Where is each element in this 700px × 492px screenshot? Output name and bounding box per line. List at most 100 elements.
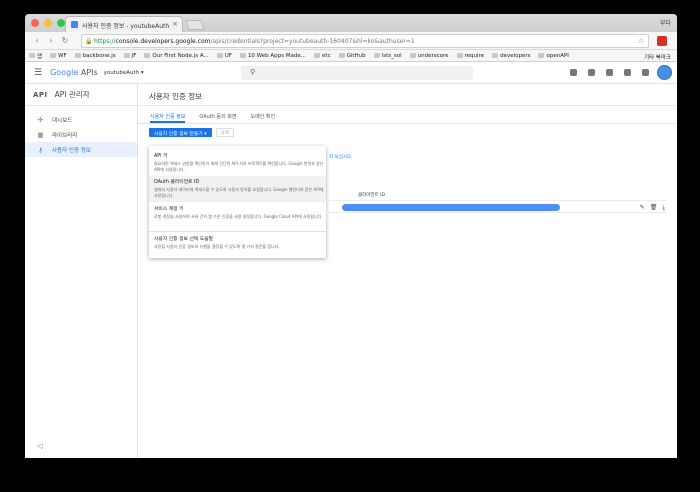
help-link[interactable]: 지 보십시오. bbox=[329, 154, 353, 160]
tab-credentials[interactable]: 사용자 인증 정보 bbox=[150, 113, 186, 123]
bookmark-item[interactable]: UF bbox=[216, 53, 232, 59]
action-row: 사용자 인증 정보 만들기 ▾ 삭제 bbox=[149, 128, 234, 137]
search-icon: ⚲ bbox=[250, 68, 256, 76]
bookmark-folder-icon bbox=[314, 53, 321, 58]
key-icon: ⚷ bbox=[38, 145, 43, 154]
bookmark-item[interactable]: backbone.js bbox=[74, 52, 116, 59]
menu-item-title: API 키 bbox=[154, 154, 168, 159]
menu-item-desc: 앱에서 사용자 데이터에 액세스할 수 있도록 사용자 동의를 요청합니다. G… bbox=[154, 187, 324, 198]
bookmark-label: etc bbox=[322, 52, 331, 59]
notifications-icon[interactable] bbox=[624, 69, 631, 76]
bookmark-label: developers bbox=[500, 52, 531, 59]
menu-item-service-account-key[interactable]: 서비스 계정 키 로봇 계정을 사용하여 서버 간의 앱 수준 인증을 사용 설… bbox=[149, 205, 326, 229]
redacted-client-id bbox=[342, 204, 560, 211]
sidebar-item-label: 대시보드 bbox=[52, 117, 73, 124]
new-tab-button[interactable] bbox=[185, 20, 205, 30]
bookmark-item[interactable]: lsts_sol bbox=[373, 52, 402, 59]
bookmark-item[interactable]: 앱 bbox=[29, 52, 42, 60]
bookmark-item[interactable]: JF bbox=[123, 53, 136, 59]
sidebar-item-credentials[interactable]: ⚷ 사용자 인증 정보 bbox=[25, 142, 137, 157]
gift-icon[interactable] bbox=[570, 69, 577, 76]
sidebar-item-label: 사용자 인증 정보 bbox=[52, 147, 91, 154]
logo-google: Google bbox=[50, 68, 79, 77]
extension-icon[interactable] bbox=[657, 36, 667, 46]
tab-close-icon[interactable]: × bbox=[172, 20, 178, 28]
other-bookmarks[interactable]: 기타 북마크 bbox=[644, 53, 671, 61]
table-row[interactable]: ✎ 🗑 ⤓ bbox=[326, 200, 667, 213]
bookmark-label: lsts_sol bbox=[381, 52, 402, 59]
bookmark-item[interactable]: underscore bbox=[409, 53, 449, 59]
client-id-column-header: 클라이언트 ID bbox=[358, 193, 385, 198]
bookmark-label: Our First Node.js A... bbox=[152, 52, 209, 59]
browser-tab[interactable]: 사용자 인증 정보 - youtubeAuth × bbox=[65, 16, 183, 32]
more-options-icon[interactable] bbox=[642, 69, 649, 76]
bookmark-folder-icon bbox=[456, 53, 463, 58]
bookmark-folder-icon bbox=[144, 53, 151, 58]
bookmark-item[interactable]: etc bbox=[314, 53, 331, 59]
bookmark-item[interactable]: 10 Web Apps Made... bbox=[239, 53, 306, 59]
menu-item-oauth-client-id[interactable]: OAuth 클라이언트 ID 앱에서 사용자 데이터에 액세스할 수 있도록 사… bbox=[149, 176, 326, 202]
menu-item-api-key[interactable]: API 키 필요하면 액세스 권한을 확인하기 위해 간단한 API 키로 프로… bbox=[149, 152, 326, 178]
back-icon[interactable]: ‹ bbox=[33, 36, 41, 45]
forward-icon[interactable]: › bbox=[47, 36, 55, 45]
url-path: /apis/credentials?project=youtubeauth-16… bbox=[210, 38, 415, 45]
browser-window: 사용자 인증 정보 - youtubeAuth × 부다 ‹ › ↻ 🔒 htt… bbox=[25, 14, 677, 458]
tab-oauth-consent[interactable]: OAuth 동의 화면 bbox=[199, 113, 236, 123]
tab-title: 사용자 인증 정보 - youtubeAuth bbox=[82, 23, 170, 30]
bookmark-folder-icon bbox=[29, 53, 35, 58]
bookmark-folder-icon bbox=[538, 53, 545, 58]
url-input[interactable]: 🔒 https://console.developers.google.com/… bbox=[81, 34, 649, 48]
api-badge-icon: API bbox=[33, 90, 48, 99]
bookmark-item[interactable]: Our First Node.js A... bbox=[144, 52, 209, 59]
bookmark-item[interactable]: GitHub bbox=[338, 52, 366, 59]
bookmark-item[interactable]: require bbox=[456, 53, 484, 59]
google-apis-logo[interactable]: Google APIs bbox=[50, 68, 98, 77]
avatar[interactable] bbox=[657, 65, 672, 80]
url-host: console.developers.google.com bbox=[115, 38, 211, 45]
menu-icon[interactable]: ☰ bbox=[34, 68, 42, 78]
bookmark-label: GitHub bbox=[346, 52, 366, 59]
bookmark-star-icon[interactable]: ☆ bbox=[638, 37, 644, 45]
page-title: 사용자 인증 정보 bbox=[138, 84, 677, 106]
maximize-window-button[interactable] bbox=[57, 19, 65, 27]
delete-button[interactable]: 삭제 bbox=[215, 128, 234, 137]
create-credentials-button[interactable]: 사용자 인증 정보 만들기 ▾ bbox=[149, 128, 212, 137]
bookmark-label: backbone.js bbox=[82, 52, 116, 59]
sidebar-item-dashboard[interactable]: ✣ 대시보드 bbox=[25, 112, 137, 127]
reload-icon[interactable]: ↻ bbox=[61, 36, 69, 45]
help-icon[interactable] bbox=[606, 69, 613, 76]
lock-icon: 🔒 bbox=[85, 38, 93, 45]
sidebar-item-label: 라이브러리 bbox=[52, 132, 78, 139]
bookmark-label: openAPI bbox=[546, 52, 569, 59]
delete-icon[interactable]: 🗑 bbox=[650, 204, 658, 212]
search-input[interactable]: ⚲ bbox=[241, 66, 473, 80]
row-actions: ✎ 🗑 ⤓ bbox=[640, 204, 665, 212]
bookmark-item[interactable]: WF bbox=[50, 53, 67, 59]
profile-name[interactable]: 부다 bbox=[660, 18, 671, 27]
bookmark-folder-icon bbox=[123, 53, 130, 58]
bookmark-label: 앱 bbox=[37, 53, 43, 60]
sidebar-item-library[interactable]: ▦ 라이브러리 bbox=[25, 127, 137, 142]
cloud-shell-icon[interactable] bbox=[588, 69, 595, 76]
download-icon[interactable]: ⤓ bbox=[662, 204, 665, 212]
project-selector[interactable]: youtubeAuth ▾ bbox=[104, 70, 144, 76]
bookmark-label: WF bbox=[58, 52, 67, 59]
url-scheme: https:// bbox=[94, 38, 116, 45]
menu-item-help-me-choose[interactable]: 사용자 인증 정보 선택 도움말 사용할 사용자 인증 정보의 유형을 결정할 … bbox=[149, 235, 326, 255]
menu-item-title: 사용자 인증 정보 선택 도움말 bbox=[154, 237, 214, 242]
edit-icon[interactable]: ✎ bbox=[640, 204, 645, 212]
sidebar-title: API 관리자 bbox=[54, 90, 90, 99]
minimize-window-button[interactable] bbox=[44, 19, 52, 27]
collapse-sidebar-icon[interactable]: ◁ bbox=[37, 442, 42, 450]
bookmark-folder-icon bbox=[338, 53, 345, 58]
bookmark-item[interactable]: openAPI bbox=[538, 52, 569, 59]
logo-apis: APIs bbox=[78, 68, 98, 77]
main-area: API API 관리자 ✣ 대시보드 ▦ 라이브러리 ⚷ 사용자 인증 정보 ◁… bbox=[25, 84, 677, 458]
close-window-button[interactable] bbox=[31, 19, 39, 27]
bookmark-folder-icon bbox=[492, 53, 499, 58]
menu-item-title: 서비스 계정 키 bbox=[154, 207, 184, 212]
menu-item-desc: 사용할 사용자 인증 정보의 유형을 결정할 수 있도록 몇 가지 질문을 합니… bbox=[154, 244, 280, 249]
menu-item-title: OAuth 클라이언트 ID bbox=[154, 180, 200, 185]
tab-domain-verification[interactable]: 도메인 확인 bbox=[251, 113, 276, 123]
bookmark-item[interactable]: developers bbox=[492, 53, 530, 59]
